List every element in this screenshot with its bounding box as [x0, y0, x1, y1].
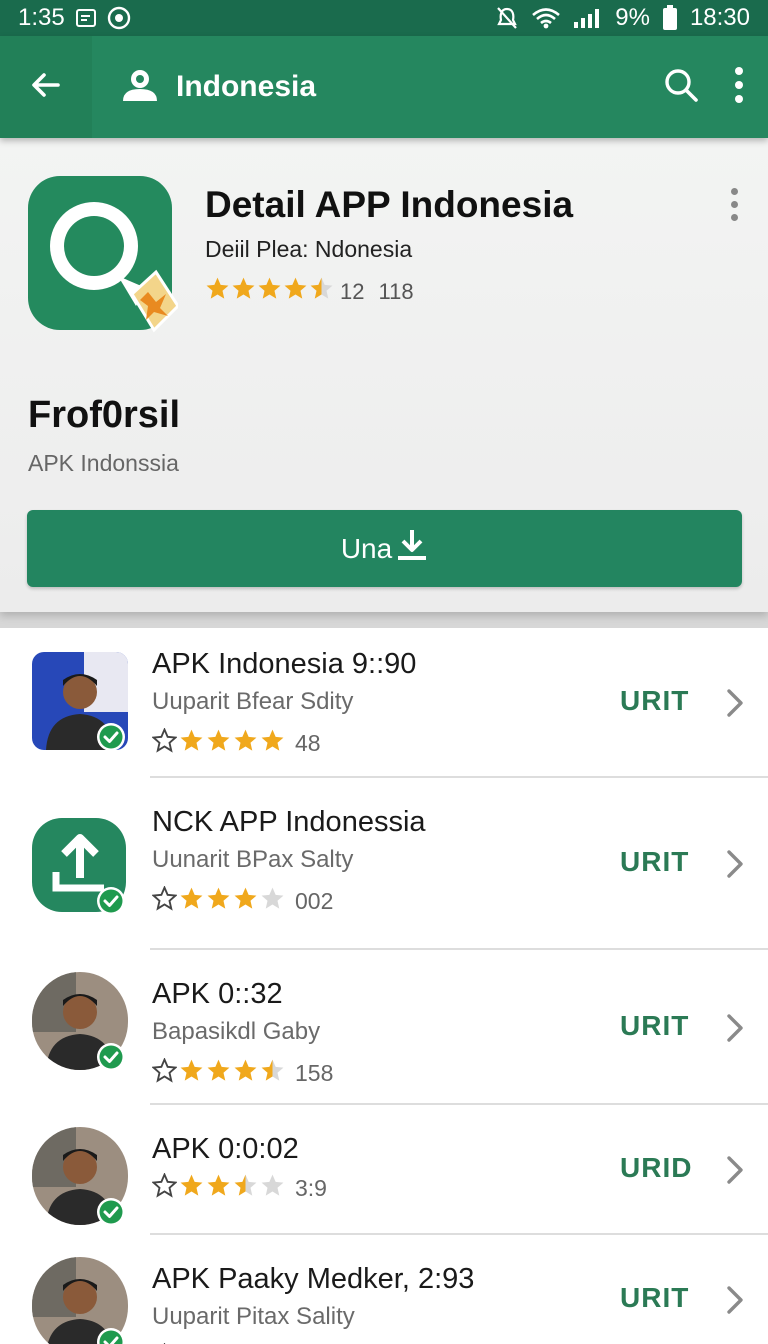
chevron-right-icon[interactable] [724, 687, 746, 724]
star-icon [206, 728, 231, 759]
star-outline-icon [152, 1058, 177, 1089]
battery-icon [662, 5, 678, 31]
verified-check-icon [96, 886, 126, 916]
list-item[interactable]: APK 0:0:02 3:9 URID [0, 1105, 768, 1235]
star-outline-icon [152, 1173, 177, 1204]
rating-count: 3:9 [295, 1175, 327, 1201]
wifi-icon [531, 7, 561, 29]
install-button[interactable]: Una [27, 510, 742, 587]
star-icon [205, 276, 230, 307]
star-icon [179, 886, 204, 917]
detail-app-subtitle: Deiil Plea: Ndonesia [205, 236, 413, 262]
item-action-button[interactable]: URIT [620, 1282, 689, 1314]
item-action-button[interactable]: URIT [620, 1010, 689, 1042]
more-vert-icon[interactable] [734, 66, 744, 109]
section-subtitle: APK Indonssia [28, 450, 179, 476]
app-description: Uuparit Bfear Sdity [152, 688, 354, 715]
app-rating: 158 [152, 1058, 333, 1089]
star-icon [257, 276, 282, 307]
app-list: APK Indonesia 9::90Uuparit Bfear Sdity 4… [0, 628, 768, 1344]
rating-count: 48 [295, 730, 321, 756]
install-label: Una [340, 532, 393, 564]
star-icon [283, 276, 308, 307]
app-description: Uunarit BPax Salty [152, 846, 354, 873]
star-icon [206, 1058, 231, 1089]
star-icon [260, 1173, 285, 1204]
app-logo-icon [28, 176, 180, 333]
detail-more-icon[interactable] [724, 188, 744, 228]
battery-percent: 9% [615, 4, 650, 31]
detail-rating-value: 12 [340, 278, 365, 304]
star-icon [309, 276, 334, 307]
app-rating: 3:9 [152, 1173, 327, 1204]
item-action-button[interactable]: URIT [620, 685, 689, 717]
rating-count: 002 [295, 888, 334, 914]
app-description: Bapasikdl Gaby [152, 1018, 321, 1045]
app-name: NCK APP Indonessia [152, 806, 426, 838]
chevron-right-icon[interactable] [724, 1012, 746, 1049]
list-item[interactable]: APK Indonesia 9::90Uuparit Bfear Sdity 4… [0, 628, 768, 778]
star-icon [233, 1173, 258, 1204]
star-icon [179, 728, 204, 759]
chevron-right-icon[interactable] [724, 1154, 746, 1191]
star-outline-icon [152, 728, 177, 759]
search-icon[interactable] [662, 66, 700, 109]
cast-icon [75, 8, 97, 28]
detail-rating: 12 118 [205, 276, 414, 307]
detail-star-rating [205, 276, 334, 307]
verified-check-icon [96, 1197, 126, 1227]
section-divider [0, 612, 768, 628]
app-name: APK 0:0:02 [152, 1133, 299, 1165]
list-item[interactable]: APK 0::32Bapasikdl Gaby 158 URIT [0, 950, 768, 1105]
app-bar-title: Indonesia [176, 70, 317, 103]
detail-app-title: Detail APP Indonesia [205, 184, 574, 225]
status-bar: 1:35 9% 18:30 [0, 0, 768, 36]
status-time-left: 1:35 [18, 4, 65, 31]
app-description: Uuparit Pitax Sality [152, 1303, 355, 1330]
star-icon [231, 276, 256, 307]
star-icon [233, 886, 258, 917]
back-button[interactable] [0, 36, 92, 138]
chevron-right-icon[interactable] [724, 848, 746, 885]
chevron-right-icon[interactable] [724, 1284, 746, 1321]
star-icon [179, 1173, 204, 1204]
download-icon [396, 528, 428, 569]
star-outline-icon [152, 886, 177, 917]
item-action-button[interactable]: URIT [620, 846, 689, 878]
section-title: Frof0rsil [28, 394, 181, 436]
app-bar: Indonesia [0, 36, 768, 138]
app-name: APK Paaky Medker, 2:93 [152, 1263, 475, 1295]
star-icon [260, 728, 285, 759]
account-icon [120, 67, 160, 108]
verified-check-icon [96, 722, 126, 752]
back-arrow-icon [28, 67, 64, 108]
star-icon [260, 886, 285, 917]
list-item[interactable]: APK Paaky Medker, 2:93 Uuparit Pitax Sali… [0, 1235, 768, 1344]
item-action-button[interactable]: URID [620, 1152, 692, 1184]
app-rating: 48 [152, 728, 321, 759]
rating-count: 158 [295, 1060, 334, 1086]
at-icon [107, 6, 131, 30]
status-time-right: 18:30 [689, 4, 750, 31]
app-name: APK 0::32 [152, 978, 283, 1010]
star-icon [179, 1058, 204, 1089]
signal-icon [573, 7, 603, 29]
alarm-icon [495, 5, 519, 31]
list-item[interactable]: NCK APP Indonessia Uunarit BPax Salty 002… [0, 778, 768, 950]
star-icon [233, 1058, 258, 1089]
star-icon [260, 1058, 285, 1089]
verified-check-icon [96, 1042, 126, 1072]
detail-rating-count: 118 [378, 278, 414, 304]
app-rating: 002 [152, 886, 333, 917]
app-name: APK Indonesia 9::90 [152, 648, 417, 680]
app-detail-card: Detail APP Indonesia Deiil Plea: Ndonesi… [0, 138, 768, 612]
star-icon [206, 886, 231, 917]
verified-check-icon [96, 1327, 126, 1344]
star-icon [206, 1173, 231, 1204]
star-icon [233, 728, 258, 759]
